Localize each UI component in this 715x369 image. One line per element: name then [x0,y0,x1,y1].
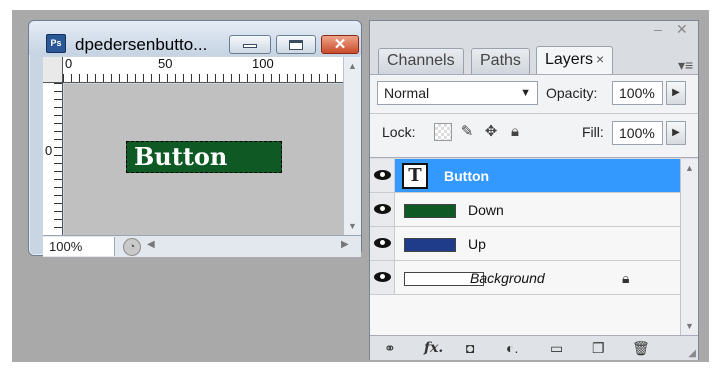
status-menu-icon[interactable]: ◔ [123,238,141,256]
trash-icon[interactable]: 🗑︎ [632,340,650,357]
panel-menu-icon[interactable]: ▾≡ [678,57,693,74]
visibility-toggle[interactable] [370,193,395,226]
blend-mode-value: Normal [384,85,430,101]
fx-icon[interactable]: fx. [424,340,443,356]
tab-channels[interactable]: Channels [378,48,464,74]
text-layer-thumbnail: T [402,163,428,189]
scroll-left-icon[interactable]: ◀ [147,239,155,250]
tab-paths[interactable]: Paths [471,48,530,74]
lock-pixels-icon[interactable]: ✎ [458,123,476,141]
adjustment-layer-icon[interactable]: ◐. [506,340,518,356]
fill-label: Fill: [582,124,604,140]
layers-scrollbar[interactable]: ▲ ▼ [680,159,698,335]
vertical-ruler[interactable]: 0 [43,83,63,235]
ruler-origin[interactable] [43,57,63,83]
fill-slider-button[interactable]: ▶ [666,121,686,145]
new-group-icon[interactable]: ▭ [550,340,563,357]
eye-icon [374,204,391,214]
layer-name: Down [468,202,504,218]
tab-close-icon[interactable]: × [596,51,604,67]
close-icon: ✕ [333,36,347,53]
maximize-icon [289,40,303,50]
panel-collapse-icon[interactable]: – [654,21,662,37]
document-statusbar: 100% ◔ ◀ ▶ [43,235,361,257]
horizontal-ruler[interactable]: 0 50 100 [43,56,343,83]
layer-mask-icon[interactable]: ◘ [466,340,474,356]
document-titlebar[interactable]: Ps dpedersenbutto... ✕ [29,21,361,55]
opacity-slider-button[interactable]: ▶ [666,81,686,105]
layer-row-down[interactable]: Down [370,193,680,227]
layers-toolbar: ⚭ fx. ◘ ◐. ▭ ❐ 🗑︎ ◢ [370,335,698,360]
scroll-right-icon[interactable]: ▶ [341,239,349,250]
panel-tabs: Channels Paths Layers × ▾≡ [378,42,693,74]
layer-thumbnail [404,204,456,218]
layer-thumbnail [404,238,456,252]
vertical-scrollbar[interactable]: ▲ ▼ [343,57,361,235]
opacity-field[interactable]: 100% [612,81,663,105]
document-title: dpedersenbutto... [75,35,208,54]
panel-close-icon[interactable]: ✕ [676,21,688,38]
visibility-toggle[interactable] [370,159,395,192]
chevron-down-icon: ▼ [520,87,531,99]
layer-row-up[interactable]: Up [370,227,680,261]
layer-options: Normal ▼ Opacity: 100% ▶ Lock: ✎ ✥ 🔒︎ Fi… [370,74,698,158]
blend-mode-select[interactable]: Normal ▼ [377,81,538,105]
photoshop-app-icon: Ps [46,34,66,53]
resize-grip-icon[interactable]: ◢ [688,348,696,359]
document-canvas[interactable]: Button [64,84,343,235]
canvas-button-art[interactable]: Button [126,141,282,173]
maximize-button[interactable] [276,35,316,54]
workspace: Ps dpedersenbutto... ✕ 0 50 100 0 Button… [12,10,709,362]
layer-name: Up [468,236,486,252]
link-layers-icon[interactable]: ⚭ [384,340,396,357]
zoom-field[interactable]: 100% [43,237,115,256]
tab-layers[interactable]: Layers × [536,46,614,74]
eye-icon [374,272,391,282]
divider [370,113,698,114]
ruler-mark: 0 [45,143,53,158]
visibility-toggle[interactable] [370,261,395,294]
lock-position-icon[interactable]: ✥ [482,123,500,141]
tab-label: Paths [480,52,521,69]
ruler-ticks [63,74,343,82]
minimize-button[interactable] [229,35,271,54]
lock-transparency-icon[interactable] [434,123,452,141]
eye-icon [374,238,391,248]
lock-label: Lock: [382,124,416,140]
layer-name: Background [470,270,545,286]
ruler-mark: 100 [252,56,274,71]
scroll-up-icon[interactable]: ▲ [681,163,698,173]
close-button[interactable]: ✕ [321,35,359,54]
scroll-down-icon[interactable]: ▼ [681,321,698,331]
document-window: Ps dpedersenbutto... ✕ 0 50 100 0 Button… [28,20,362,257]
tab-label: Layers [545,51,594,68]
layers-list: T Button Down Up Background 🔒︎ [370,159,680,335]
visibility-toggle[interactable] [370,227,395,260]
lock-all-icon[interactable]: 🔒︎ [506,123,524,141]
new-layer-icon[interactable]: ❐ [592,340,605,357]
ruler-mark: 0 [65,56,73,71]
fill-field[interactable]: 100% [612,121,663,145]
layer-name: Button [444,168,490,184]
minimize-icon [243,44,257,48]
layers-panel: – ✕ Channels Paths Layers × ▾≡ Normal ▼ O… [369,20,699,360]
scroll-up-icon[interactable]: ▲ [344,61,361,71]
tab-label: Channels [387,52,455,69]
layer-row-button[interactable]: T Button [370,159,680,193]
opacity-label: Opacity: [546,85,598,101]
scroll-down-icon[interactable]: ▼ [344,221,361,231]
ruler-ticks [54,83,62,235]
eye-icon [374,170,391,180]
ruler-mark: 50 [158,56,173,71]
lock-icon: 🔒︎ [622,270,630,286]
layer-row-background[interactable]: Background 🔒︎ [370,261,680,295]
